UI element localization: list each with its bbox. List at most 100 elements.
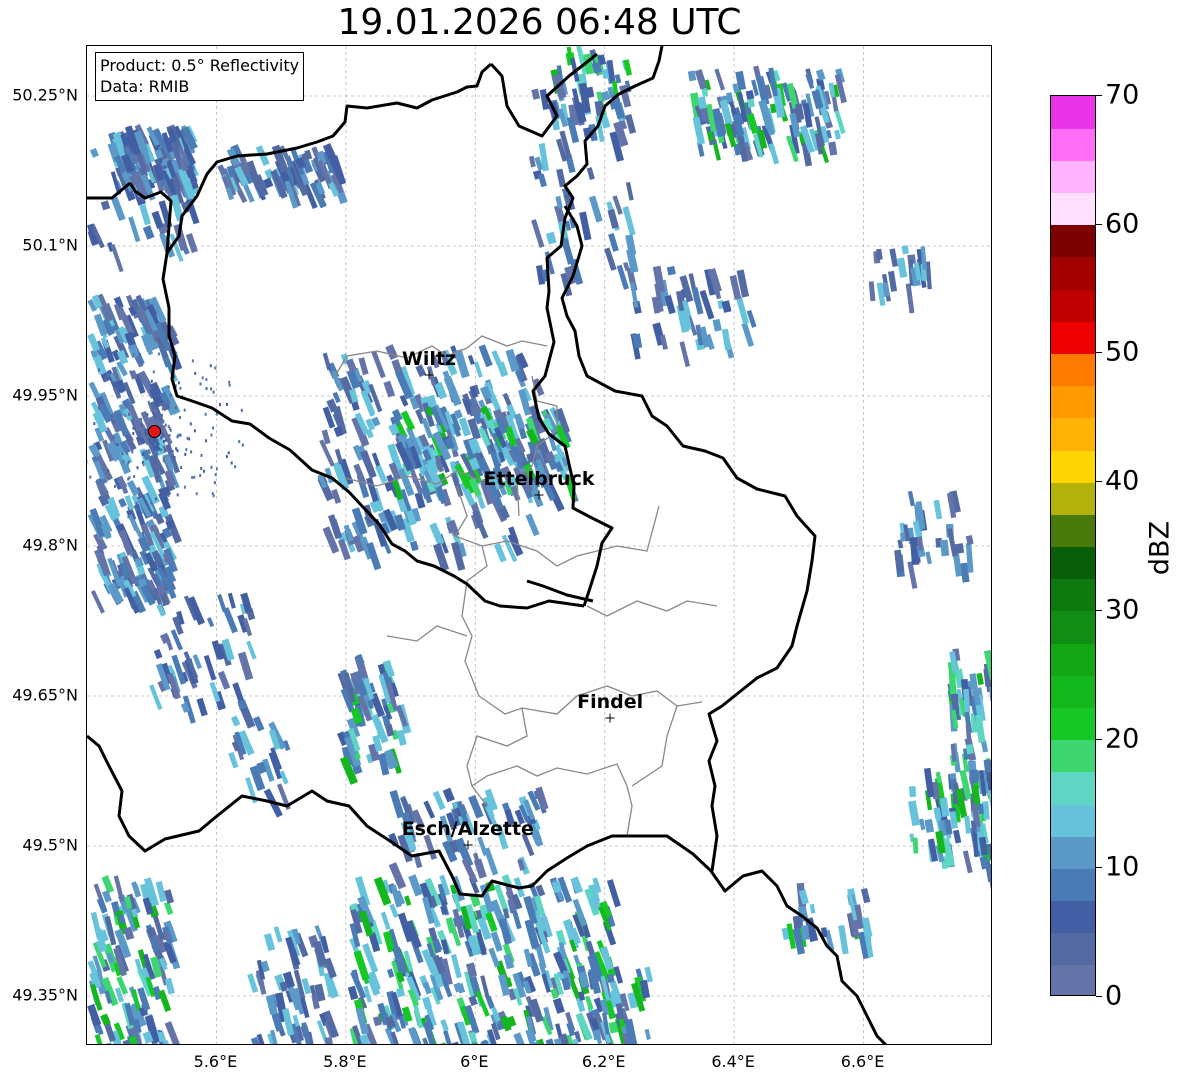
echo-cell [652,265,666,293]
clutter-pixel [113,380,116,384]
clutter-pixel [132,426,135,430]
clutter-pixel [215,467,218,471]
clutter-pixel [150,501,153,505]
echo-cell [131,881,141,898]
echo-cell [908,786,917,798]
echo-cell [953,829,962,844]
clutter-pixel [161,420,164,424]
echo-cell [246,640,257,660]
colorbar-unit-label: dBZ [1144,520,1176,576]
colorbar [1050,95,1096,996]
colorbar-tick-label: 30 [1105,594,1140,626]
colorbar-segment [1051,900,1095,934]
clutter-pixel [168,434,171,438]
data-source-label: Data: RMIB [100,77,190,96]
echo-cell [142,225,155,240]
echo-cell [625,181,634,201]
clutter-pixel [225,455,228,459]
colorbar-tick-label: 70 [1105,79,1140,111]
echo-cell [384,723,395,737]
clutter-pixel [156,438,159,442]
echo-cell [518,388,532,416]
echo-cell [345,358,357,373]
clutter-pixel [189,422,192,426]
clutter-pixel [150,443,153,447]
clutter-pixel [167,385,170,389]
echo-cell [128,216,141,243]
echo-cell [908,800,921,827]
clutter-pixel [190,450,193,454]
colorbar-segment [1051,739,1095,773]
clutter-pixel [112,420,115,424]
clutter-pixel [173,461,176,465]
clutter-pixel [184,452,187,456]
echo-cell [478,344,493,368]
echo-cell [493,542,507,563]
clutter-pixel [169,428,172,432]
echo-cell [358,357,369,376]
echo-cell [110,196,126,222]
clutter-pixel [105,475,108,479]
clutter-pixel [202,469,205,473]
clutter-pixel [146,436,149,439]
echo-cell [644,1028,651,1040]
colorbar-tick [1096,996,1102,997]
clutter-pixel [114,484,116,488]
clutter-pixel [210,465,213,469]
colorbar-tick [1096,352,1102,354]
echo-cell [440,1019,449,1032]
clutter-pixel [160,436,163,440]
echo-cell [386,968,395,978]
colorbar-tick-label: 40 [1105,465,1140,497]
echo-cell [570,876,584,894]
city-name: Wiltz [401,348,457,370]
clutter-pixel [116,443,119,447]
clutter-pixel [212,426,214,430]
lat-tick-label: 49.5°N [22,835,78,855]
clutter-pixel [112,435,115,439]
echo-cell [467,354,475,366]
echo-cell [453,349,470,379]
clutter-pixel [167,424,170,428]
clutter-pixel [128,412,130,416]
echo-cell [834,129,841,140]
echo-cell [432,790,446,811]
colorbar-tick-label: 60 [1105,208,1140,240]
echo-cell [714,68,726,91]
echo-cell [989,686,991,702]
clutter-pixel [121,452,124,456]
colorbar-tick-label: 50 [1105,336,1140,368]
colorbar-tick [1096,95,1102,96]
clutter-pixel [227,451,230,455]
clutter-pixel [124,414,127,418]
clutter-pixel [179,386,182,390]
product-info-box: Product: 0.5° Reflectivity Data: RMIB [95,52,305,101]
map-title: 19.01.2026 06:48 UTC [337,2,742,43]
echo-cell [164,977,175,995]
product-label: Product: 0.5° Reflectivity [100,56,300,75]
city-name: Esch/Alzette [401,818,534,840]
clutter-pixel [177,381,180,385]
echo-cell [745,89,755,100]
colorbar-tick [1096,867,1102,869]
clutter-pixel [155,497,157,501]
map-canvas [87,46,991,1044]
clutter-pixel [104,377,107,381]
colorbar-segment [1051,96,1095,129]
clutter-pixel [127,460,130,464]
clutter-pixel [175,447,178,451]
echo-cell [90,589,105,614]
clutter-pixel [193,475,196,479]
colorbar-segment [1051,385,1095,419]
echo-cell [408,1026,421,1044]
clutter-pixel [228,380,231,384]
city-marker [424,370,434,380]
clutter-pixel [140,417,142,421]
radar-map [86,45,992,1045]
echo-cell [889,248,899,268]
clutter-pixel [191,359,194,363]
clutter-pixel [211,492,214,496]
clutter-pixel [204,412,207,416]
clutter-pixel [163,439,165,443]
echo-cell [334,448,344,465]
